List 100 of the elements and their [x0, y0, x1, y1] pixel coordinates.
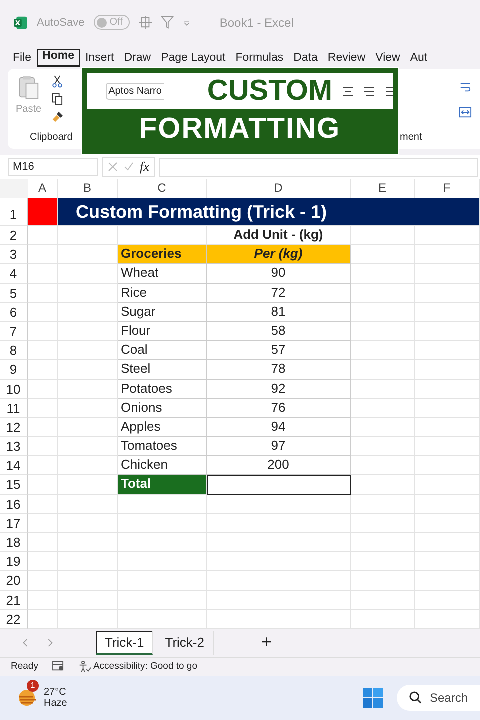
taskbar-search[interactable]: Search	[396, 684, 480, 711]
table-cell	[28, 456, 58, 476]
table-cell	[28, 494, 58, 514]
accessibility-icon[interactable]	[79, 660, 92, 673]
table-cell	[28, 245, 58, 264]
next-icon[interactable]	[47, 638, 54, 648]
row-header[interactable]: 14	[0, 456, 28, 476]
table-cell	[58, 494, 118, 514]
table-cell	[58, 456, 118, 476]
copy-icon[interactable]	[52, 93, 63, 106]
menu-tab[interactable]: Data	[288, 52, 323, 67]
menu-tab[interactable]: Review	[322, 52, 371, 67]
menu-tab[interactable]: Insert	[80, 52, 120, 67]
table-cell	[58, 552, 118, 572]
menu-tab[interactable]: Home	[36, 49, 80, 67]
menu-tab[interactable]: Page Layout	[156, 52, 231, 67]
row-header[interactable]: 4	[0, 264, 28, 284]
selected-cell[interactable]	[207, 475, 351, 495]
table-cell: Flour	[118, 322, 207, 342]
row-header[interactable]: 7	[0, 322, 28, 342]
table-cell	[58, 398, 118, 418]
menu-tab[interactable]: Formulas	[230, 52, 289, 67]
windows-start-icon[interactable]	[362, 688, 383, 708]
window-title: Book1 - Excel	[220, 16, 294, 30]
row-header[interactable]: 13	[0, 437, 28, 456]
table-cell	[415, 437, 480, 456]
table-cell	[28, 302, 58, 322]
table-cell: Wheat	[118, 264, 207, 284]
table-cell: 78	[207, 360, 351, 380]
dropdown-icon[interactable]	[182, 18, 191, 26]
brush-icon[interactable]	[52, 111, 64, 123]
sheet-tab[interactable]: Trick-1	[96, 630, 154, 655]
scissors-icon[interactable]	[52, 75, 63, 88]
check-icon[interactable]	[124, 162, 134, 172]
table-cell	[415, 341, 480, 360]
row-header[interactable]: 17	[0, 514, 28, 533]
menu-tab[interactable]: Aut	[405, 52, 433, 67]
group-label: Clipboard	[30, 132, 73, 143]
formula-input[interactable]	[159, 158, 478, 176]
table-cell	[28, 380, 58, 399]
banner-heading: FORMATTING	[87, 109, 393, 149]
add-sheet-button[interactable]: +	[262, 632, 272, 654]
table-cell	[58, 226, 118, 246]
table-cell	[28, 398, 58, 418]
temperature-text: 27°C	[44, 686, 68, 698]
group-label: ment	[400, 132, 422, 143]
table-cell: 92	[207, 380, 351, 399]
row-header[interactable]: 21	[0, 590, 28, 610]
table-cell: Tomatoes	[118, 437, 207, 456]
table-cell	[58, 437, 118, 456]
name-box[interactable]: M16	[8, 158, 98, 176]
row-header[interactable]: 3	[0, 245, 28, 264]
row-header[interactable]: 16	[0, 494, 28, 514]
table-cell	[415, 284, 480, 303]
table-cell	[28, 533, 58, 552]
font-name-field[interactable]: Aptos Narro	[106, 83, 164, 100]
row-header[interactable]: 18	[0, 533, 28, 552]
insert-function-button[interactable]: fx	[140, 159, 150, 175]
merge-icon[interactable]	[459, 106, 472, 119]
table-cell	[351, 418, 415, 438]
row-header[interactable]: 10	[0, 380, 28, 399]
weather-haze-icon[interactable]	[16, 688, 38, 708]
status-text[interactable]: Accessibility: Good to go	[93, 661, 198, 672]
table-cell: Onions	[118, 398, 207, 418]
table-cell	[28, 226, 58, 246]
macro-record-icon[interactable]	[52, 661, 66, 672]
menu-tab[interactable]: File	[8, 52, 37, 67]
row-header[interactable]: 9	[0, 360, 28, 380]
table-cell	[415, 322, 480, 342]
table-cell	[58, 360, 118, 380]
row-header[interactable]: 2	[0, 226, 28, 246]
wrap-text-icon[interactable]	[459, 81, 472, 94]
table-icon[interactable]	[138, 16, 152, 29]
weather-text: Haze	[44, 698, 68, 709]
table-cell	[58, 571, 118, 591]
row-header[interactable]: 11	[0, 398, 28, 418]
previous-icon[interactable]	[22, 638, 29, 648]
menu-tab[interactable]: Draw	[119, 52, 156, 67]
table-cell	[351, 264, 415, 284]
table-cell	[58, 264, 118, 284]
row-header[interactable]: 20	[0, 571, 28, 591]
table-cell: Potatoes	[118, 380, 207, 399]
filter-icon[interactable]	[160, 16, 174, 29]
search-icon	[408, 691, 422, 704]
table-cell: Coal	[118, 341, 207, 360]
table-cell	[415, 418, 480, 438]
row-header[interactable]: 15	[0, 475, 28, 495]
clipboard-icon[interactable]	[18, 75, 40, 101]
table-cell	[351, 456, 415, 476]
sheet-tab[interactable]: Trick-2	[157, 630, 214, 655]
row-header[interactable]: 6	[0, 302, 28, 322]
row-header[interactable]: 5	[0, 284, 28, 303]
table-cell	[351, 514, 415, 533]
table-cell	[415, 514, 480, 533]
row-header[interactable]: 12	[0, 418, 28, 438]
row-header[interactable]: 8	[0, 341, 28, 360]
menu-tab[interactable]: View	[370, 52, 406, 67]
table-cell	[28, 571, 58, 591]
row-header[interactable]: 19	[0, 552, 28, 572]
status-text: Ready	[11, 661, 38, 672]
